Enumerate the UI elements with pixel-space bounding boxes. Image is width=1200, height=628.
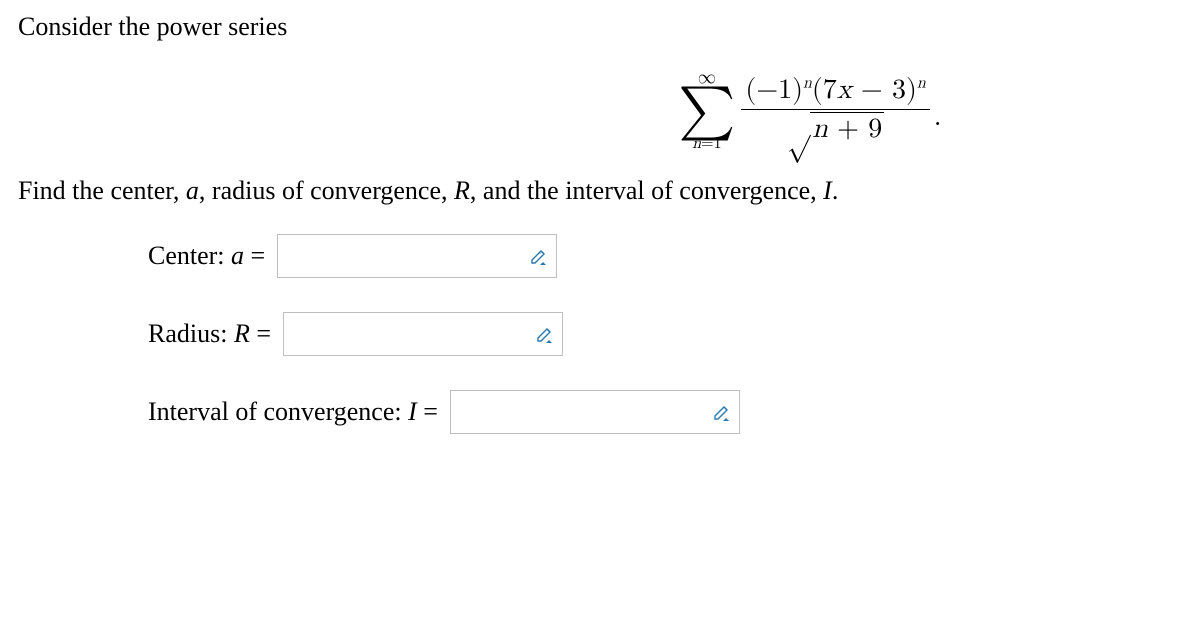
radius-label: Radius: R = (148, 319, 271, 349)
interval-input[interactable] (450, 390, 740, 434)
numerator: (−1)n(7x − 3)n (741, 74, 929, 110)
formula-block: ∞ ∑ n=1 (−1)n(7x − 3)n √n + 9 . (18, 60, 1182, 152)
center-label: Center: a = (148, 241, 265, 271)
center-row: Center: a = (148, 234, 1182, 278)
radius-row: Radius: R = (148, 312, 1182, 356)
interval-row: Interval of convergence: I = (148, 390, 1182, 434)
sqrt-icon: √ (787, 112, 810, 146)
denominator: √n + 9 (783, 110, 888, 147)
instruction-text: Find the center, a, radius of convergenc… (18, 176, 1182, 206)
interval-label: Interval of convergence: I = (148, 397, 438, 427)
sigma-stack: ∞ ∑ n=1 (678, 69, 735, 152)
answer-fields: Center: a = Radius: R = Interval of conv… (148, 234, 1182, 434)
center-input[interactable] (277, 234, 557, 278)
fraction: (−1)n(7x − 3)n √n + 9 (741, 74, 929, 147)
intro-text: Consider the power series (18, 12, 1182, 42)
sigma-symbol: ∑ (678, 87, 735, 136)
power-series-formula: ∞ ∑ n=1 (−1)n(7x − 3)n √n + 9 . (678, 69, 941, 152)
formula-period: . (934, 100, 942, 152)
radius-input[interactable] (283, 312, 563, 356)
sigma-lower: n=1 (692, 136, 721, 152)
